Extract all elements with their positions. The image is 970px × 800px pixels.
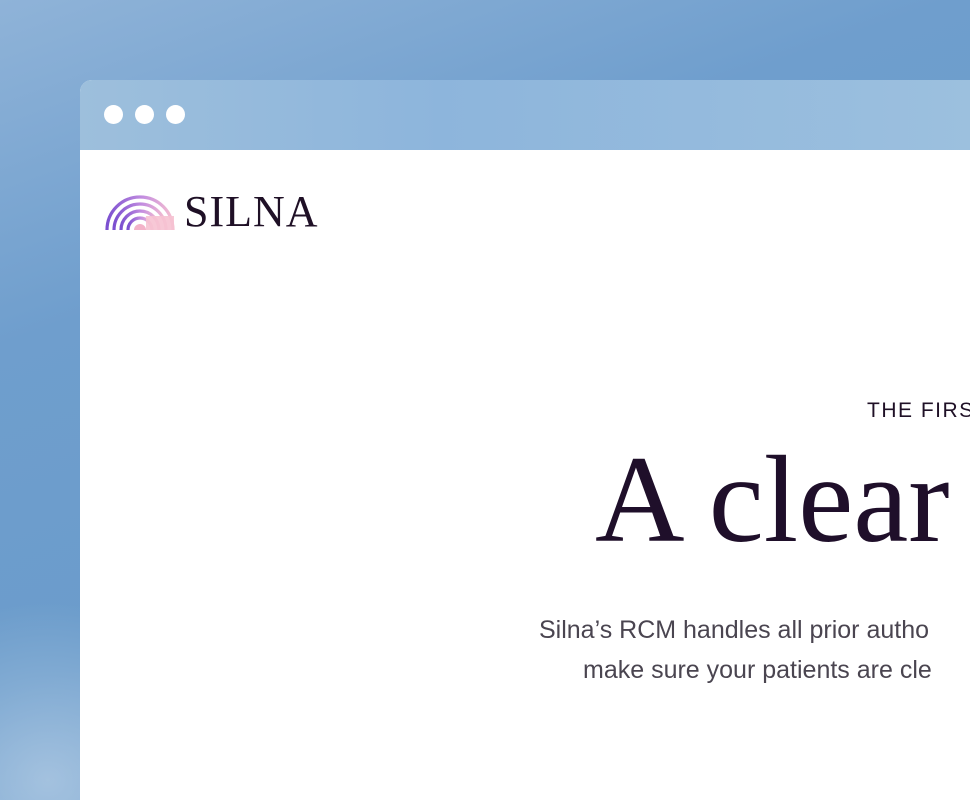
window-control-dot-2[interactable] (135, 105, 154, 124)
hero-subtext-line-2: make sure your patients are cle (583, 656, 932, 684)
silna-logo[interactable]: SILNA (104, 190, 319, 234)
window-control-dot-1[interactable] (104, 105, 123, 124)
hero-eyebrow: THE FIRS (867, 399, 970, 422)
window-control-dot-3[interactable] (166, 105, 185, 124)
browser-window: SILNA THE FIRS A clear Silna’s RCM handl… (80, 80, 970, 800)
brand-name: SILNA (184, 187, 319, 236)
hero-headline: A clear (595, 431, 950, 568)
window-titlebar (80, 80, 970, 150)
rainbow-arcs-icon (105, 195, 175, 231)
hero-subtext-line-1: Silna’s RCM handles all prior autho (539, 616, 930, 644)
page-content: SILNA THE FIRS A clear Silna’s RCM handl… (80, 150, 970, 800)
